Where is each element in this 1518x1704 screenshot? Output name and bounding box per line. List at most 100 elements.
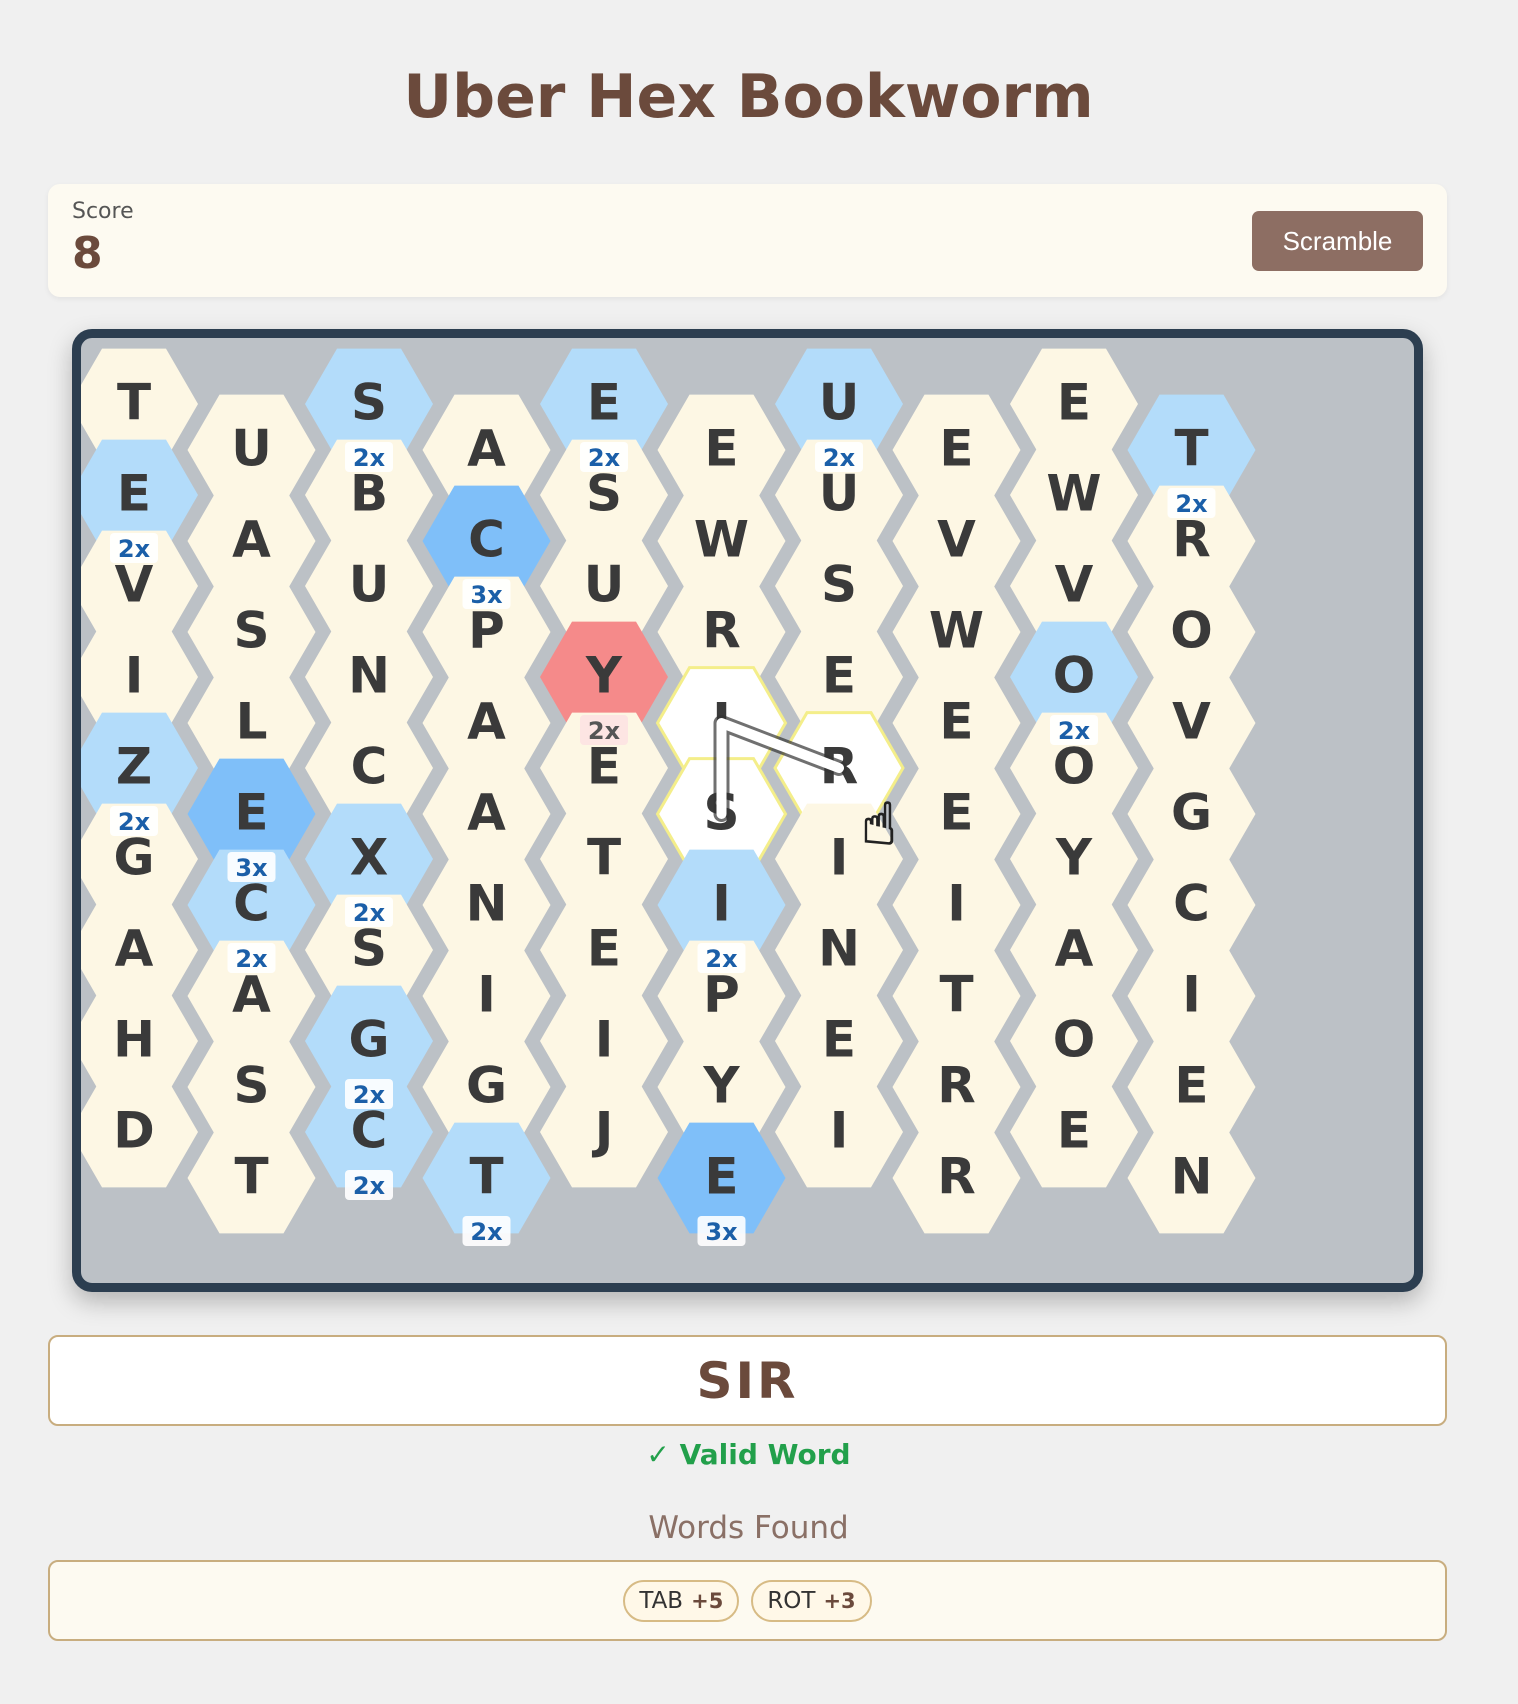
tile-letter: R bbox=[702, 602, 741, 660]
scramble-button[interactable]: Scramble bbox=[1252, 211, 1423, 271]
multiplier-badge: 3x bbox=[697, 1216, 746, 1246]
tile-letter: P bbox=[468, 602, 505, 660]
tile-letter: I bbox=[1182, 966, 1201, 1024]
tile-letter: I bbox=[712, 875, 731, 933]
tile-letter: W bbox=[694, 511, 749, 569]
multiplier-badge: 2x bbox=[110, 806, 158, 836]
tile-letter: N bbox=[1171, 1148, 1213, 1206]
multiplier-label: 2x bbox=[353, 899, 386, 927]
tile-letter: E bbox=[234, 784, 268, 842]
tile-letter: G bbox=[1171, 784, 1212, 842]
tile-letter: T bbox=[234, 1148, 268, 1206]
tile-letter: E bbox=[587, 374, 621, 432]
tile-letter: E bbox=[822, 1011, 856, 1069]
tile-letter: A bbox=[232, 511, 271, 569]
tile-letter: S bbox=[351, 920, 387, 978]
tile-letter: T bbox=[587, 829, 621, 887]
tile-letter: R bbox=[937, 1148, 976, 1206]
hex-tile[interactable]: J bbox=[540, 1076, 668, 1188]
tile-letter: I bbox=[125, 647, 144, 705]
tile-letter: E bbox=[939, 693, 973, 751]
tile-letter: V bbox=[937, 511, 976, 569]
tile-letter: G bbox=[113, 829, 154, 887]
multiplier-badge: 2x bbox=[345, 1079, 393, 1109]
tile-letter: R bbox=[1172, 511, 1211, 569]
tile-letter: O bbox=[1053, 647, 1096, 705]
hex-tile[interactable]: E bbox=[1010, 1076, 1138, 1188]
tile-letter: E bbox=[587, 738, 621, 796]
tile-letter: I bbox=[830, 1102, 849, 1160]
tile-letter: C bbox=[233, 875, 270, 933]
tile-letter: U bbox=[584, 556, 625, 614]
tile-letter: N bbox=[818, 920, 860, 978]
tile-letter: A bbox=[1055, 920, 1094, 978]
hex-grid: TUSAEEUEETEABCSWUVWRVSUPURSWVOILNAYIEEOV… bbox=[72, 348, 1256, 1246]
multiplier-label: 2x bbox=[353, 1081, 386, 1109]
tile-letter: E bbox=[704, 1148, 738, 1206]
found-word-points: +5 bbox=[691, 1588, 724, 1613]
tile-letter: Z bbox=[116, 738, 152, 796]
words-found-list: TAB +5 ROT +3 bbox=[48, 1560, 1447, 1641]
multiplier-label: 2x bbox=[235, 945, 268, 973]
tile-letter: U bbox=[819, 465, 860, 523]
tile-letter: T bbox=[117, 374, 151, 432]
word-status: ✓ Valid Word bbox=[646, 1438, 851, 1471]
tile-letter: W bbox=[1046, 465, 1101, 523]
score-panel: Score 8 Scramble bbox=[48, 184, 1447, 297]
tile-letter: H bbox=[113, 1011, 155, 1069]
tile-letter: G bbox=[348, 1011, 389, 1069]
found-word: ROT bbox=[767, 1587, 816, 1614]
tile-letter: A bbox=[232, 966, 271, 1024]
tile-letter: E bbox=[117, 465, 151, 523]
hex-tile[interactable]: D bbox=[72, 1076, 198, 1188]
current-word-display: SIR bbox=[48, 1335, 1447, 1426]
multiplier-label: 2x bbox=[118, 808, 151, 836]
tile-letter: J bbox=[592, 1102, 614, 1160]
multiplier-badge: 2x bbox=[1167, 488, 1216, 518]
tile-letter: E bbox=[1174, 1057, 1208, 1115]
tile-letter: U bbox=[349, 556, 390, 614]
tile-letter: E bbox=[939, 784, 973, 842]
hex-tile[interactable]: R bbox=[892, 1122, 1021, 1234]
multiplier-badge: 2x bbox=[580, 442, 628, 472]
tile-letter: P bbox=[703, 966, 740, 1024]
game-title: Uber Hex Bookworm bbox=[403, 62, 1094, 132]
tile-letter: I bbox=[947, 875, 966, 933]
multiplier-badge: 2x bbox=[697, 943, 746, 973]
score-label: Score bbox=[72, 199, 134, 224]
tile-letter: U bbox=[819, 374, 860, 432]
multiplier-label: 2x bbox=[823, 444, 856, 472]
tile-letter: Y bbox=[1055, 829, 1093, 887]
hex-board: TUSAEEUEETEABCSWUVWRVSUPURSWVOILNAYIEEOV… bbox=[72, 329, 1423, 1292]
words-found-title: Words Found bbox=[648, 1510, 849, 1546]
tile-letter: V bbox=[115, 556, 154, 614]
multiplier-badge: 2x bbox=[345, 897, 393, 927]
tile-letter: C bbox=[351, 1102, 388, 1160]
tiles-layer: TUSAEEUEETEABCSWUVWRVSUPURSWVOILNAYIEEOV… bbox=[72, 348, 1256, 1234]
hex-tile[interactable]: T bbox=[187, 1122, 316, 1234]
multiplier-badge: 2x bbox=[110, 533, 158, 563]
tile-letter: E bbox=[704, 420, 738, 478]
tile-letter: C bbox=[1173, 875, 1210, 933]
tile-letter: A bbox=[115, 920, 154, 978]
multiplier-label: 2x bbox=[1058, 717, 1091, 745]
multiplier-label: 3x bbox=[705, 1218, 738, 1246]
multiplier-label: 2x bbox=[588, 444, 621, 472]
tile-letter: C bbox=[468, 511, 505, 569]
tile-letter: G bbox=[466, 1057, 507, 1115]
hand-cursor-icon: ☝ bbox=[861, 790, 896, 858]
hex-tile[interactable]: N bbox=[1127, 1122, 1256, 1234]
tile-letter: X bbox=[350, 829, 389, 887]
multiplier-badge: 2x bbox=[815, 442, 863, 472]
tile-letter: S bbox=[586, 465, 622, 523]
tile-letter: E bbox=[587, 920, 621, 978]
tile-letter: A bbox=[467, 784, 506, 842]
tile-letter: N bbox=[466, 875, 508, 933]
tile-letter: Y bbox=[585, 647, 623, 705]
hex-tile[interactable]: I bbox=[775, 1076, 903, 1188]
tile-letter: I bbox=[477, 966, 496, 1024]
tile-letter: O bbox=[1170, 602, 1213, 660]
tile-letter: T bbox=[469, 1148, 503, 1206]
multiplier-badge: 3x bbox=[462, 579, 511, 609]
tile-letter: V bbox=[1055, 556, 1094, 614]
